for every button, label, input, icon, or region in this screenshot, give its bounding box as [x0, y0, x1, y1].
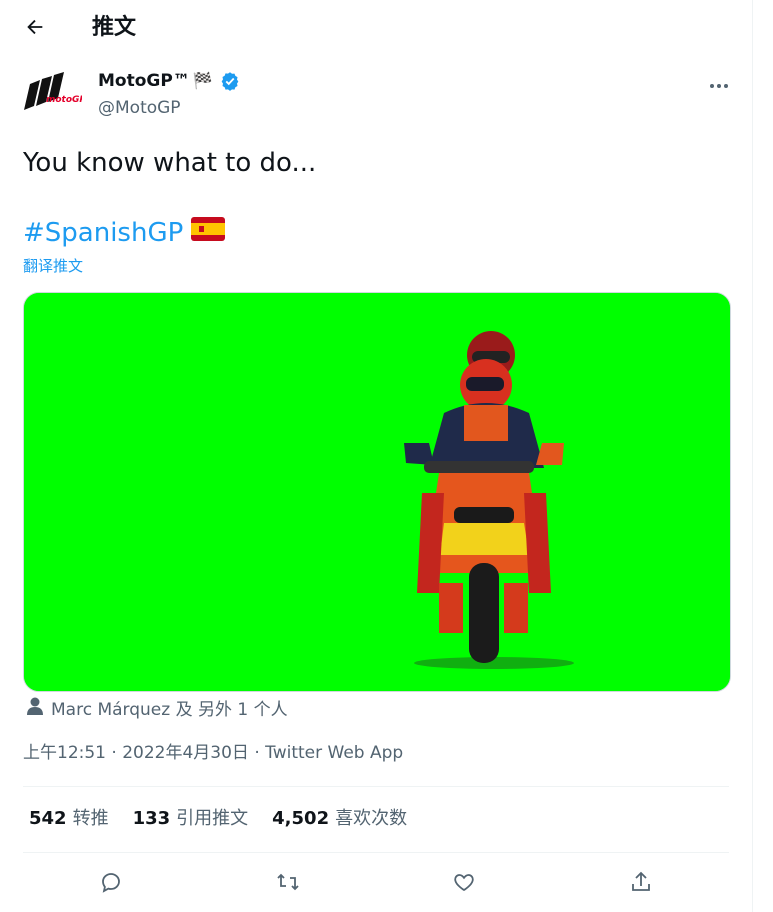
likes-count: 4,502 — [272, 808, 330, 829]
time-link[interactable]: 上午12:51 — [23, 743, 106, 763]
more-icon — [709, 74, 729, 93]
more-options-button[interactable] — [704, 68, 734, 98]
author-name[interactable]: MotoGP™ 🏁 — [98, 70, 240, 92]
source-link[interactable]: Twitter Web App — [265, 743, 403, 763]
reply-icon — [99, 870, 123, 898]
tweet-text: You know what to do... — [23, 148, 317, 178]
tweet-actions — [23, 860, 729, 906]
checkered-flag-icon: 🏁 — [192, 71, 213, 90]
verified-badge-icon — [220, 71, 240, 91]
author-handle[interactable]: @MotoGP — [98, 97, 181, 119]
tagged-people[interactable]: Marc Márquez 及 另外 1 个人 — [27, 697, 288, 722]
tweet-timestamp: 上午12:51 · 2022年4月30日 · Twitter Web App — [23, 741, 403, 765]
share-button[interactable] — [621, 864, 661, 904]
page-title: 推文 — [92, 15, 137, 40]
quote-tweets-count: 133 — [132, 808, 171, 829]
engagement-stats: 542 转推 133 引用推文 4,502 喜欢次数 — [29, 807, 407, 831]
logo-wordmark: motoGP — [46, 95, 82, 105]
retweet-button[interactable] — [268, 864, 308, 904]
divider — [23, 786, 729, 787]
share-icon — [629, 870, 653, 898]
reply-button[interactable] — [91, 864, 131, 904]
person-icon — [27, 697, 43, 722]
arrow-left-icon — [24, 16, 46, 42]
translate-tweet-link[interactable]: 翻译推文 — [23, 256, 83, 276]
time-separator: · — [106, 743, 123, 763]
quote-tweets-stat[interactable]: 133 引用推文 — [133, 807, 249, 831]
retweets-count: 542 — [29, 808, 67, 829]
likes-stat[interactable]: 4,502 喜欢次数 — [272, 807, 407, 831]
divider — [23, 852, 729, 853]
avatar[interactable]: motoGP — [24, 72, 86, 120]
likes-label: 喜欢次数 — [335, 808, 408, 829]
retweets-stat[interactable]: 542 转推 — [29, 807, 109, 831]
back-button[interactable] — [18, 12, 52, 46]
header: 推文 — [0, 0, 752, 56]
retweets-label: 转推 — [72, 808, 109, 829]
rider-scooter-image — [24, 293, 730, 691]
retweet-icon — [275, 870, 301, 898]
spain-flag-icon — [191, 216, 226, 250]
source-separator: · — [248, 743, 266, 763]
hashtag-link[interactable]: #SpanishGP — [23, 216, 183, 250]
date-link[interactable]: 2022年4月30日 — [122, 743, 249, 763]
motogp-logo-icon: motoGP — [24, 72, 86, 110]
like-button[interactable] — [444, 864, 484, 904]
quote-tweets-label: 引用推文 — [176, 808, 249, 829]
hashtag-line: #SpanishGP — [23, 216, 226, 250]
tweet-detail-column: 推文 motoGP MotoGP™ 🏁 @MotoGP You know wha… — [0, 0, 753, 912]
tweet-media[interactable] — [23, 292, 731, 692]
tagged-text: Marc Márquez 及 另外 1 个人 — [51, 699, 288, 720]
author-name-text: MotoGP™ — [98, 71, 190, 91]
like-icon — [452, 870, 476, 898]
